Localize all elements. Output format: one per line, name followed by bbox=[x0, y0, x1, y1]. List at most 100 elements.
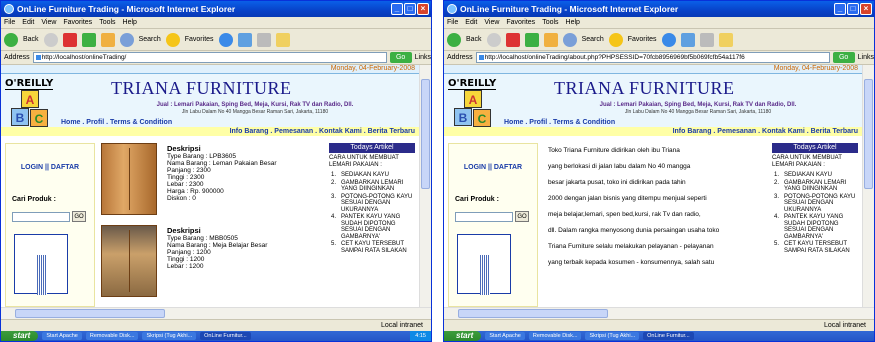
product-price: Harga : Rp. 900000 bbox=[167, 188, 224, 195]
minimize-button[interactable]: _ bbox=[391, 3, 403, 15]
back-icon[interactable] bbox=[447, 32, 461, 47]
ie-logo-icon bbox=[4, 4, 14, 14]
favorites-icon[interactable] bbox=[608, 32, 623, 47]
scroll-thumb[interactable] bbox=[864, 79, 873, 189]
forward-icon[interactable] bbox=[486, 32, 501, 47]
forward-icon[interactable] bbox=[43, 32, 58, 47]
go-button[interactable]: Go bbox=[832, 52, 855, 63]
menu-help[interactable]: Help bbox=[123, 17, 137, 28]
search-button[interactable]: Search bbox=[582, 36, 604, 43]
desk-image[interactable] bbox=[101, 225, 157, 297]
links-button[interactable]: Links bbox=[415, 54, 431, 61]
stop-icon[interactable] bbox=[62, 32, 77, 47]
menu-favorites[interactable]: Favorites bbox=[63, 17, 92, 28]
product-name: Nama Barang : Leman Pakaian Besar bbox=[167, 160, 277, 167]
folder-icon[interactable] bbox=[275, 32, 290, 47]
product-width: Lebar : 1200 bbox=[167, 263, 204, 270]
taskbar-item[interactable]: Removable Disk... bbox=[85, 332, 139, 340]
scroll-thumb[interactable] bbox=[15, 309, 165, 318]
taskbar-item[interactable]: OnLine Furnitur... bbox=[200, 332, 251, 340]
product-search-input[interactable] bbox=[12, 212, 70, 222]
top-nav[interactable]: Home . Profil . Terms & Condition bbox=[61, 119, 172, 126]
close-button[interactable]: × bbox=[860, 3, 872, 15]
start-button[interactable]: start bbox=[444, 331, 482, 341]
favorites-button[interactable]: Favorites bbox=[628, 36, 657, 43]
print-icon[interactable] bbox=[256, 32, 271, 47]
horizontal-scrollbar[interactable] bbox=[1, 307, 431, 319]
horizontal-scrollbar[interactable] bbox=[444, 307, 874, 319]
scroll-thumb[interactable] bbox=[458, 309, 608, 318]
web-page: Monday, 04-February-2008 O'REILLY A B C … bbox=[444, 65, 862, 307]
scroll-thumb[interactable] bbox=[421, 79, 430, 189]
back-icon[interactable] bbox=[4, 32, 18, 47]
login-link[interactable]: LOGIN || DAFTAR bbox=[449, 164, 537, 171]
wardrobe-image[interactable] bbox=[101, 143, 157, 215]
window-controls: _ □ × bbox=[391, 3, 429, 15]
menu-view[interactable]: View bbox=[484, 17, 499, 28]
vertical-scrollbar[interactable] bbox=[419, 65, 431, 307]
mail-icon[interactable] bbox=[680, 32, 695, 47]
main-nav[interactable]: Info Barang . Pemesanan . Kontak Kami . … bbox=[1, 127, 419, 136]
back-button[interactable]: Back bbox=[23, 36, 39, 43]
toolbar: Back Search Favorites bbox=[1, 29, 431, 51]
menu-edit[interactable]: Edit bbox=[465, 17, 477, 28]
search-icon[interactable] bbox=[119, 32, 134, 47]
about-line: Triana Furniture selalu melakukan pelaya… bbox=[548, 243, 714, 250]
main-nav[interactable]: Info Barang . Pemesanan . Kontak Kami . … bbox=[444, 127, 862, 136]
taskbar-item[interactable]: OnLine Furnitur... bbox=[643, 332, 694, 340]
home-icon[interactable] bbox=[100, 32, 115, 47]
taskbar-item[interactable]: Start Apache bbox=[42, 332, 82, 340]
mail-icon[interactable] bbox=[237, 32, 252, 47]
about-text: Toko Triana Furniture didirikan oleh ibu… bbox=[548, 143, 766, 271]
product-info: Deskripsi Type Barang : LPB3605 Nama Bar… bbox=[167, 145, 276, 202]
media-icon[interactable] bbox=[218, 32, 233, 47]
title-bar[interactable]: OnLine Furniture Trading - Microsoft Int… bbox=[1, 1, 431, 17]
tagline-text: Jual : Lemari Pakaian, Sping Bed, Meja, … bbox=[599, 102, 797, 108]
menu-favorites[interactable]: Favorites bbox=[506, 17, 535, 28]
top-nav[interactable]: Home . Profil . Terms & Condition bbox=[504, 119, 615, 126]
menu-tools[interactable]: Tools bbox=[99, 17, 115, 28]
site-header: O'REILLY A B C TRIANA FURNITURE Jual : L… bbox=[444, 73, 862, 127]
folder-icon[interactable] bbox=[718, 32, 733, 47]
taskbar-item[interactable]: Start Apache bbox=[485, 332, 525, 340]
menu-file[interactable]: File bbox=[4, 17, 15, 28]
go-button[interactable]: Go bbox=[389, 52, 412, 63]
maximize-button[interactable]: □ bbox=[847, 3, 859, 15]
maximize-button[interactable]: □ bbox=[404, 3, 416, 15]
menu-help[interactable]: Help bbox=[566, 17, 580, 28]
browser-window-home: OnLine Furniture Trading - Microsoft Int… bbox=[0, 0, 432, 342]
menu-view[interactable]: View bbox=[41, 17, 56, 28]
menu-tools[interactable]: Tools bbox=[542, 17, 558, 28]
links-button[interactable]: Links bbox=[858, 54, 874, 61]
about-line: 2000 dengan jalan bisnis yang ditempu me… bbox=[548, 195, 707, 202]
refresh-icon[interactable] bbox=[81, 32, 96, 47]
start-button[interactable]: start bbox=[1, 331, 39, 341]
favorites-icon[interactable] bbox=[165, 32, 180, 47]
back-button[interactable]: Back bbox=[466, 36, 482, 43]
media-icon[interactable] bbox=[661, 32, 676, 47]
address-input[interactable]: http://localhost/onlineTrading/about.php… bbox=[475, 52, 830, 63]
print-icon[interactable] bbox=[699, 32, 714, 47]
close-button[interactable]: × bbox=[417, 3, 429, 15]
search-icon[interactable] bbox=[562, 32, 577, 47]
taskbar-item[interactable]: Skripsi (Tug Akhi... bbox=[585, 332, 640, 340]
article-step: 3. POTONG-POTONG KAYU SESUAI DENGAN UKURA… bbox=[774, 193, 856, 213]
favorites-button[interactable]: Favorites bbox=[185, 36, 214, 43]
menu-file[interactable]: File bbox=[447, 17, 458, 28]
login-link[interactable]: LOGIN || DAFTAR bbox=[6, 164, 94, 171]
refresh-icon[interactable] bbox=[524, 32, 539, 47]
address-input[interactable]: http://localhost/onlineTrading/ bbox=[32, 52, 387, 63]
home-icon[interactable] bbox=[543, 32, 558, 47]
menu-edit[interactable]: Edit bbox=[22, 17, 34, 28]
product-width: Lebar : 2300 bbox=[167, 181, 204, 188]
title-bar[interactable]: OnLine Furniture Trading - Microsoft Int… bbox=[444, 1, 874, 17]
search-go-button[interactable]: GO bbox=[515, 211, 529, 222]
search-go-button[interactable]: GO bbox=[72, 211, 86, 222]
vertical-scrollbar[interactable] bbox=[862, 65, 874, 307]
taskbar-item[interactable]: Removable Disk... bbox=[528, 332, 582, 340]
search-button[interactable]: Search bbox=[139, 36, 161, 43]
stop-icon[interactable] bbox=[505, 32, 520, 47]
minimize-button[interactable]: _ bbox=[834, 3, 846, 15]
product-search-input[interactable] bbox=[455, 212, 513, 222]
taskbar-item[interactable]: Skripsi (Tug Akhi... bbox=[142, 332, 197, 340]
